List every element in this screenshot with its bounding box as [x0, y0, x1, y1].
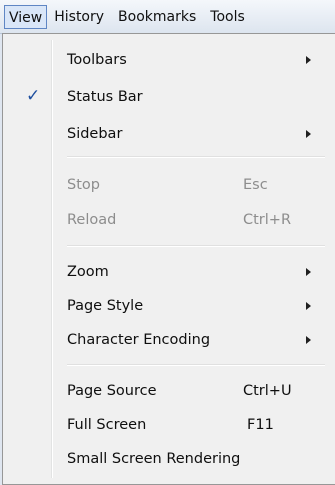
menu-item-label: Reload: [67, 212, 117, 228]
menu-item-zoom[interactable]: Zoom: [3, 258, 333, 288]
menu-item-label: Page Style: [67, 298, 144, 314]
menu-separator: [67, 364, 325, 366]
menu-view[interactable]: View: [4, 4, 48, 29]
menu-item-page-source[interactable]: Page Source Ctrl+U: [3, 377, 333, 407]
submenu-arrow-icon: [306, 268, 311, 276]
menu-history[interactable]: History: [47, 5, 111, 29]
menu-item-label: Sidebar: [67, 126, 123, 142]
menu-item-label: Status Bar: [67, 89, 143, 105]
menu-item-reload[interactable]: Reload Ctrl+R: [3, 206, 333, 236]
menu-item-small-screen-rendering[interactable]: Small Screen Rendering: [3, 445, 333, 475]
menu-item-label: Stop: [67, 177, 100, 193]
menu-item-label: Full Screen: [67, 417, 147, 433]
menu-item-shortcut: Ctrl+R: [243, 212, 292, 228]
menu-item-label: Page Source: [67, 383, 157, 399]
menu-item-label: Toolbars: [67, 52, 127, 68]
browser-window: View History Bookmarks Tools Toolbars ✓ …: [0, 0, 335, 485]
menu-separator: [67, 245, 325, 247]
menu-separator: [67, 156, 325, 158]
menu-item-label: Zoom: [67, 264, 109, 280]
menu-item-stop[interactable]: Stop Esc: [3, 171, 333, 201]
submenu-arrow-icon: [306, 336, 311, 344]
menu-item-shortcut: Ctrl+U: [243, 383, 292, 399]
submenu-arrow-icon: [306, 130, 311, 138]
menu-item-page-style[interactable]: Page Style: [3, 292, 333, 322]
menu-item-shortcut: F11: [247, 417, 274, 433]
submenu-arrow-icon: [306, 56, 311, 64]
menu-item-status-bar[interactable]: ✓ Status Bar: [3, 83, 333, 113]
menu-item-label: Small Screen Rendering: [67, 451, 241, 467]
submenu-arrow-icon: [306, 302, 311, 310]
menu-item-character-encoding[interactable]: Character Encoding: [3, 326, 333, 356]
view-dropdown-menu: Toolbars ✓ Status Bar Sidebar Stop Esc R…: [2, 33, 335, 485]
menu-tools[interactable]: Tools: [203, 5, 252, 29]
menu-bar: View History Bookmarks Tools: [0, 0, 335, 34]
menu-item-label: Character Encoding: [67, 332, 211, 348]
menu-item-sidebar[interactable]: Sidebar: [3, 120, 333, 150]
menu-item-full-screen[interactable]: Full Screen F11: [3, 411, 333, 441]
menu-bookmarks[interactable]: Bookmarks: [111, 5, 203, 29]
menu-item-toolbars[interactable]: Toolbars: [3, 46, 333, 76]
checkmark-icon: ✓: [26, 86, 41, 106]
menu-item-shortcut: Esc: [243, 177, 268, 193]
